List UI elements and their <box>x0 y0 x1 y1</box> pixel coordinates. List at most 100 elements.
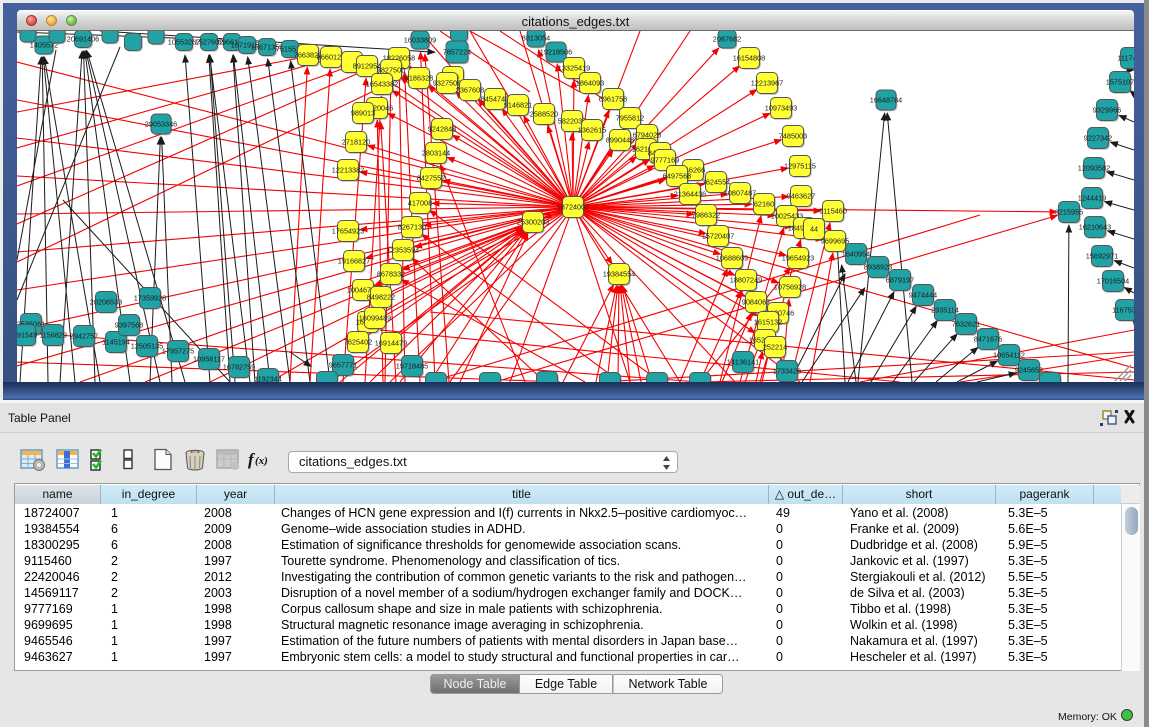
svg-text:12213967: 12213967 <box>751 78 783 87</box>
svg-text:252214: 252214 <box>763 342 787 351</box>
svg-text:12093582: 12093582 <box>1078 163 1110 172</box>
svg-text:2935114: 2935114 <box>931 305 959 314</box>
svg-text:1615132: 1615132 <box>754 317 782 326</box>
svg-text:2718120: 2718120 <box>342 137 370 146</box>
svg-text:1156829: 1156829 <box>39 330 67 339</box>
svg-text:10688609: 10688609 <box>716 253 748 262</box>
svg-text:8813054: 8813054 <box>522 33 550 42</box>
svg-text:1145194: 1145194 <box>102 337 130 346</box>
svg-text:7955812: 7955812 <box>616 113 644 122</box>
svg-text:9397568: 9397568 <box>115 320 143 329</box>
svg-text:16914479: 16914479 <box>375 338 407 347</box>
svg-text:3624554: 3624554 <box>702 177 730 186</box>
svg-text:12975115: 12975115 <box>784 161 816 170</box>
svg-text:17957275: 17957275 <box>162 346 194 355</box>
svg-text:14136141: 14136141 <box>727 357 759 366</box>
svg-text:8938923: 8938923 <box>864 262 892 271</box>
svg-text:16543382: 16543382 <box>366 79 398 88</box>
svg-text:2087682: 2087682 <box>713 34 741 43</box>
svg-text:13325419: 13325419 <box>558 63 590 72</box>
svg-text:16033809: 16033809 <box>404 35 436 44</box>
svg-text:15692971: 15692971 <box>1086 251 1118 260</box>
svg-text:16210643: 16210643 <box>1079 222 1111 231</box>
svg-text:9827500: 9827500 <box>377 65 405 74</box>
svg-text:7986322: 7986322 <box>692 210 720 219</box>
svg-text:25300203: 25300203 <box>517 217 549 226</box>
svg-text:6497568: 6497568 <box>663 171 691 180</box>
svg-text:62160: 62160 <box>754 199 774 208</box>
svg-text:12353594: 12353594 <box>387 245 419 254</box>
svg-text:15720407: 15720407 <box>702 231 734 240</box>
svg-text:9146821: 9146821 <box>504 100 532 109</box>
svg-text:6961758: 6961758 <box>599 94 627 103</box>
svg-text:7485003: 7485003 <box>779 131 807 140</box>
svg-text:10756928: 10756928 <box>774 282 806 291</box>
svg-text:10807487: 10807487 <box>724 188 756 197</box>
svg-text:1167533: 1167533 <box>1112 305 1134 314</box>
svg-text:17654923: 17654923 <box>332 226 364 235</box>
svg-text:16782759: 16782759 <box>223 362 255 371</box>
svg-text:7632621: 7632621 <box>952 319 980 328</box>
svg-text:8186328: 8186328 <box>405 73 433 82</box>
svg-text:2803144: 2803144 <box>422 148 450 157</box>
svg-text:9474444: 9474444 <box>909 290 937 299</box>
svg-text:8471676: 8471676 <box>974 334 1002 343</box>
svg-text:44: 44 <box>810 224 818 233</box>
svg-text:2367608: 2367608 <box>456 85 484 94</box>
svg-text:19384554: 19384554 <box>603 269 635 278</box>
svg-text:1192344: 1192344 <box>254 374 282 382</box>
svg-text:9115460: 9115460 <box>819 206 847 215</box>
svg-text:9329966: 9329966 <box>1093 105 1121 114</box>
svg-text:2942757: 2942757 <box>70 331 98 340</box>
svg-text:6879197: 6879197 <box>886 275 914 284</box>
svg-text:20206533: 20206533 <box>90 297 122 306</box>
svg-text:1575107: 1575107 <box>1106 77 1134 86</box>
svg-text:9245652: 9245652 <box>1015 365 1043 374</box>
svg-text:12505135: 12505135 <box>131 341 163 350</box>
svg-text:18807249: 18807249 <box>730 275 762 284</box>
svg-text:7625402: 7625402 <box>344 337 372 346</box>
svg-text:10654112: 10654112 <box>993 350 1025 359</box>
svg-text:9242848: 9242848 <box>428 124 456 133</box>
svg-text:417008: 417008 <box>408 198 432 207</box>
svg-text:16099489: 16099489 <box>359 313 391 322</box>
svg-text:7857224: 7857224 <box>443 47 471 56</box>
svg-text:19654923: 19654923 <box>782 253 814 262</box>
svg-text:1244419: 1244419 <box>1078 193 1106 202</box>
svg-text:9699695: 9699695 <box>821 236 849 245</box>
svg-text:10958117: 10958117 <box>193 354 225 363</box>
svg-text:10973493: 10973493 <box>765 103 797 112</box>
svg-text:12213382: 12213382 <box>332 165 364 174</box>
svg-text:20691406: 20691406 <box>67 34 99 43</box>
svg-text:6794028: 6794028 <box>633 130 661 139</box>
svg-text:2588520: 2588520 <box>530 109 558 118</box>
svg-text:1864093: 1864093 <box>576 78 604 87</box>
svg-text:19218506: 19218506 <box>540 47 572 56</box>
svg-text:9227342: 9227342 <box>1084 133 1112 142</box>
svg-text:991549: 991549 <box>17 330 37 339</box>
svg-text:(x): (x) <box>255 455 268 467</box>
svg-text:8660124: 8660124 <box>317 52 345 61</box>
svg-text:9657771: 9657771 <box>329 360 357 369</box>
svg-text:21364436: 21364436 <box>674 189 706 198</box>
svg-text:8427552: 8427552 <box>417 173 445 182</box>
svg-text:16154808: 16154808 <box>733 53 765 62</box>
svg-text:9463627: 9463627 <box>787 191 815 200</box>
svg-text:17359928: 17359928 <box>134 293 166 302</box>
svg-text:16648784: 16648784 <box>870 95 902 104</box>
svg-text:8498222: 8498222 <box>367 292 395 301</box>
svg-text:8678332: 8678332 <box>377 269 405 278</box>
svg-text:9777169: 9777169 <box>651 155 679 164</box>
svg-text:1362615: 1362615 <box>578 125 606 134</box>
svg-text:29053346: 29053346 <box>145 119 177 128</box>
svg-text:1733426: 1733426 <box>773 366 801 375</box>
svg-text:19718485: 19718485 <box>396 361 428 370</box>
svg-text:989013: 989013 <box>351 108 375 117</box>
svg-text:9084067: 9084067 <box>742 297 770 306</box>
svg-text:8267130: 8267130 <box>398 222 426 231</box>
svg-text:3215955: 3215955 <box>1055 207 1083 216</box>
svg-text:18724007: 18724007 <box>557 202 589 211</box>
svg-text:19166827: 19166827 <box>338 256 370 265</box>
svg-text:8990448: 8990448 <box>606 135 634 144</box>
svg-text:1117433: 1117433 <box>1117 53 1134 62</box>
